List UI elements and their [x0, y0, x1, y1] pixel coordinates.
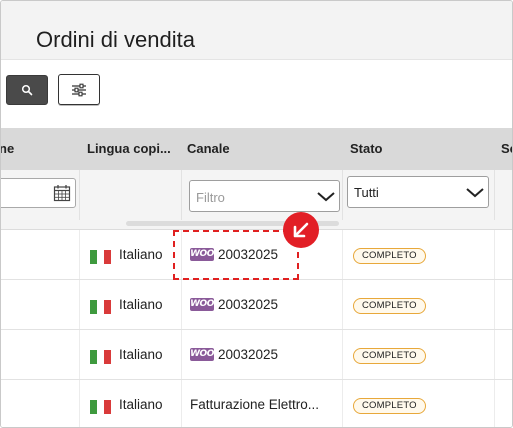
date-filter-input[interactable]	[1, 178, 76, 208]
column-divider	[494, 330, 495, 379]
column-divider	[181, 170, 182, 220]
title-bar: Ordini di vendita	[1, 1, 512, 60]
language-cell: Italiano	[119, 397, 163, 412]
column-divider	[79, 380, 80, 427]
italy-flag-icon	[90, 250, 111, 264]
channel-cell: WOO 20032025	[190, 347, 278, 362]
column-header-next[interactable]: Sc	[501, 141, 512, 156]
channel-cell: Fatturazione Elettro...	[190, 397, 319, 412]
channel-filter-placeholder: Filtro	[196, 190, 225, 205]
language-cell: Italiano	[119, 247, 163, 262]
filter-settings-button[interactable]	[58, 74, 100, 105]
column-divider	[79, 330, 80, 379]
arrow-down-left-icon	[293, 222, 309, 238]
channel-name: 20032025	[218, 297, 279, 312]
channel-cell-highlight	[173, 230, 299, 280]
status-badge: COMPLETO	[353, 398, 426, 414]
column-header-language[interactable]: Lingua copi...	[87, 141, 171, 156]
italy-flag-icon	[90, 300, 111, 314]
column-divider	[79, 230, 80, 279]
pointer-arrow-marker	[283, 212, 319, 248]
status-badge: COMPLETO	[353, 298, 426, 314]
column-header-status[interactable]: Stato	[350, 141, 383, 156]
column-divider	[181, 380, 182, 427]
sliders-icon	[72, 83, 86, 96]
search-icon	[21, 84, 33, 96]
woocommerce-icon: WOO	[190, 298, 214, 311]
table-row[interactable]: Italiano Fatturazione Elettro... COMPLET…	[1, 380, 512, 427]
column-header-partial[interactable]: ne	[1, 141, 14, 156]
app-window: Ordini di vendita ne Lingua copi... Cana…	[0, 0, 513, 428]
column-divider	[79, 280, 80, 329]
channel-name: 20032025	[218, 347, 279, 362]
italy-flag-icon	[90, 350, 111, 364]
column-divider	[494, 280, 495, 329]
status-filter-value: Tutti	[354, 185, 379, 200]
column-divider	[181, 330, 182, 379]
column-divider	[342, 330, 343, 379]
column-divider	[494, 230, 495, 279]
column-header-channel[interactable]: Canale	[187, 141, 230, 156]
channel-cell: WOO 20032025	[190, 297, 278, 312]
toolbar	[1, 60, 512, 128]
filter-row: Filtro Tutti	[1, 170, 512, 230]
italy-flag-icon	[90, 400, 111, 414]
calendar-icon[interactable]	[53, 184, 71, 202]
column-divider	[79, 170, 80, 220]
channel-filter-select[interactable]: Filtro	[189, 180, 340, 212]
column-divider	[342, 280, 343, 329]
table-row[interactable]: Italiano WOO 20032025 COMPLETO	[1, 330, 512, 380]
status-badge: COMPLETO	[353, 248, 426, 264]
language-cell: Italiano	[119, 297, 163, 312]
column-divider	[342, 380, 343, 427]
status-filter-select[interactable]: Tutti	[347, 176, 489, 208]
page-title: Ordini di vendita	[36, 27, 195, 52]
status-badge: COMPLETO	[353, 348, 426, 364]
column-divider	[342, 170, 343, 220]
table-header: ne Lingua copi... Canale Stato Sc	[1, 128, 512, 170]
column-divider	[342, 230, 343, 279]
language-cell: Italiano	[119, 347, 163, 362]
search-button[interactable]	[6, 75, 48, 105]
column-divider	[494, 380, 495, 427]
channel-name: Fatturazione Elettro...	[190, 397, 320, 412]
chevron-down-icon	[466, 188, 484, 198]
chevron-down-icon	[317, 192, 335, 202]
column-divider	[181, 280, 182, 329]
woocommerce-icon: WOO	[190, 348, 214, 361]
table-row[interactable]: Italiano WOO 20032025 COMPLETO	[1, 280, 512, 330]
column-divider	[494, 170, 495, 220]
